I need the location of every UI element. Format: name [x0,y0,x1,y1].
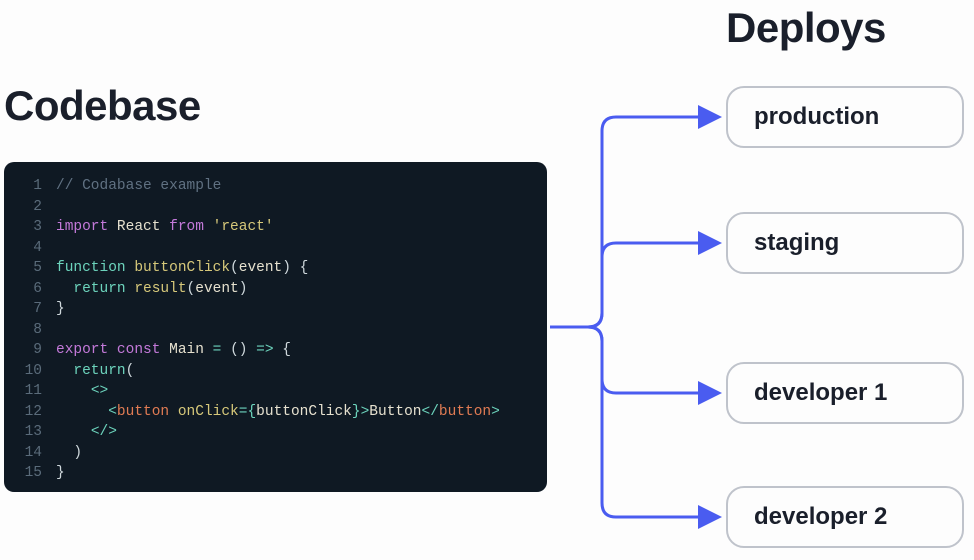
code-line: 7} [18,299,531,320]
line-number: 13 [18,422,42,443]
arrow-to-staging [550,243,716,327]
code-line: 1 // Codabase example [18,176,531,197]
line-number: 9 [18,340,42,361]
codebase-heading: Codebase [4,82,201,130]
line-number: 4 [18,238,42,259]
code-line: 14 ) [18,443,531,464]
code-content: ) [56,443,82,464]
code-line: 5 function buttonClick(event) { [18,258,531,279]
deploy-target-developer2: developer 2 [726,486,964,548]
line-number: 7 [18,299,42,320]
code-line: 15} [18,463,531,484]
code-content: return( [56,361,134,382]
line-number: 11 [18,381,42,402]
code-line: 12 <button onClick={buttonClick}>Button<… [18,402,531,423]
line-number: 10 [18,361,42,382]
line-number: 1 [18,176,42,197]
deploys-heading: Deploys [726,4,886,52]
code-line: 10 return( [18,361,531,382]
code-content: // Codabase example [56,176,221,197]
arrow-to-production [550,117,716,327]
arrow-to-developer1 [550,327,716,393]
code-content: function buttonClick(event) { [56,258,308,279]
line-number: 3 [18,217,42,238]
code-line: 2 [18,197,531,218]
deploy-target-developer1: developer 1 [726,362,964,424]
deploy-label: production [754,103,879,131]
deploy-label: developer 1 [754,379,887,407]
arrow-to-developer2 [550,327,716,517]
deploy-label: developer 2 [754,503,887,531]
code-content: <> [56,381,108,402]
code-content: export const Main = () => { [56,340,291,361]
code-line: 6 return result(event) [18,279,531,300]
code-content: </> [56,422,117,443]
line-number: 6 [18,279,42,300]
line-number: 15 [18,463,42,484]
line-number: 14 [18,443,42,464]
code-content: <button onClick={buttonClick}>Button</bu… [56,402,500,423]
code-content: return result(event) [56,279,247,300]
line-number: 8 [18,320,42,341]
code-editor: 1 // Codabase example 23 import React from … [4,162,547,492]
flow-arrows [548,80,726,540]
code-content: } [56,299,65,320]
code-line: 4 [18,238,531,259]
code-line: 9 export const Main = () => { [18,340,531,361]
line-number: 5 [18,258,42,279]
deploy-target-staging: staging [726,212,964,274]
code-content: } [56,463,65,484]
deploy-target-production: production [726,86,964,148]
code-line: 11 <> [18,381,531,402]
deploy-label: staging [754,229,839,257]
code-line: 13 </> [18,422,531,443]
line-number: 2 [18,197,42,218]
line-number: 12 [18,402,42,423]
code-line: 8 [18,320,531,341]
code-content: import React from 'react' [56,217,274,238]
code-line: 3 import React from 'react' [18,217,531,238]
